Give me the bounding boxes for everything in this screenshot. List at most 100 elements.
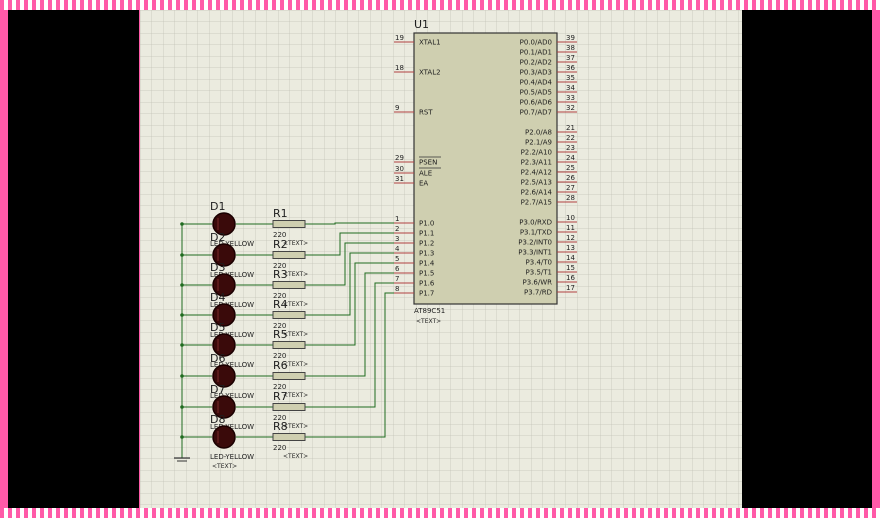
led-part-label: LED-YELLOW xyxy=(210,453,254,461)
chip-pin-number: 25 xyxy=(566,164,575,172)
chip-pin-name: P1.5 xyxy=(419,270,434,278)
chip-pin-number: 17 xyxy=(566,284,575,292)
led-ref-label: D5 xyxy=(210,321,225,334)
chip-pin-name: P2.3/A11 xyxy=(521,159,552,167)
resistor-ref-label: R2 xyxy=(273,238,288,251)
chip-pin-name: P2.7/A15 xyxy=(521,199,552,207)
chip-pin-name: P3.4/T0 xyxy=(526,259,552,267)
chip-pin-name: P0.5/AD5 xyxy=(520,89,552,97)
chip-pin-number: 24 xyxy=(566,154,575,162)
resistor-body xyxy=(272,341,306,349)
chip-pin-name: P3.7/RD xyxy=(524,289,552,297)
chip-pin-number: 39 xyxy=(566,34,575,42)
chip-pin-number: 27 xyxy=(566,184,575,192)
chip-pin-number: 26 xyxy=(566,174,575,182)
resistor-body xyxy=(272,311,306,319)
resistor-ref-label: R1 xyxy=(273,207,288,220)
chip-pin-number: 33 xyxy=(566,94,575,102)
chip-pin-name: P1.2 xyxy=(419,240,434,248)
chip-pin-name: XTAL2 xyxy=(419,69,441,77)
led-ref-label: D1 xyxy=(210,200,225,213)
chip-pin-number: 16 xyxy=(566,274,575,282)
resistor-body xyxy=(272,433,306,441)
schematic-canvas[interactable]: U1 19 XTAL1 18 XTAL2 9 RST 29 PSEN 30 ALE 31 EA 1 P1.… xyxy=(0,0,880,518)
led-ref-label: D8 xyxy=(210,413,225,426)
chip-pin-name: XTAL1 xyxy=(419,39,441,47)
chip-pin-number: 23 xyxy=(566,144,575,152)
resistor-ref-label: R6 xyxy=(273,359,288,372)
chip-pin-name: P0.7/AD7 xyxy=(520,109,552,117)
chip-pin-number: 19 xyxy=(395,34,404,42)
chip-pin-name: P1.0 xyxy=(419,220,434,228)
chip-pin-name: P0.1/AD1 xyxy=(520,49,552,57)
mcu-at89c51[interactable]: U1 19 XTAL1 18 XTAL2 9 RST 29 PSEN 30 ALE 31 EA 1 P1.… xyxy=(394,18,577,325)
chip-pin-name: P3.5/T1 xyxy=(526,269,552,277)
resistor-body xyxy=(272,372,306,380)
chip-pin-number: 32 xyxy=(566,104,575,112)
chip-pin-name: P3.6/WR xyxy=(523,279,553,287)
chip-pin-number: 34 xyxy=(566,84,575,92)
chip-pin-number: 7 xyxy=(395,275,399,283)
chip-pin-number: 30 xyxy=(395,165,404,173)
chip-pin-name: P2.2/A10 xyxy=(521,149,552,157)
chip-pin-number: 3 xyxy=(395,235,399,243)
chip-pin-name: P0.4/AD4 xyxy=(520,79,553,87)
chip-pin-name: P1.3 xyxy=(419,250,434,258)
resistor-ref-label: R7 xyxy=(273,390,288,403)
chip-pin-number: 38 xyxy=(566,44,575,52)
resistor-ref-label: R4 xyxy=(273,298,288,311)
resistor-ref-label: R5 xyxy=(273,328,288,341)
chip-pin-number: 2 xyxy=(395,225,399,233)
led-ref-label: D2 xyxy=(210,231,225,244)
chip-pin-name: P3.0/RXD xyxy=(519,219,552,227)
resistor-value-label: 220 xyxy=(273,444,286,452)
chip-pin-name: P0.6/AD6 xyxy=(520,99,553,107)
chip-pin-number: 37 xyxy=(566,54,575,62)
chip-pin-number: 18 xyxy=(395,64,404,72)
chip-pin-name: P0.2/AD2 xyxy=(520,59,552,67)
chip-pin-number: 4 xyxy=(395,245,400,253)
chip-pin-name: P0.3/AD3 xyxy=(520,69,552,77)
resistor-column: R1220<TEXT>R2220<TEXT>R3220<TEXT>R4220<T… xyxy=(272,207,308,460)
chip-pin-name: P1.4 xyxy=(419,260,435,268)
led-ref-label: D6 xyxy=(210,352,225,365)
led-body xyxy=(212,425,236,449)
chip-pin-number: 8 xyxy=(395,285,399,293)
resistor-body xyxy=(272,281,306,289)
resistor-ref-label: R3 xyxy=(273,268,288,281)
chip-pin-number: 1 xyxy=(395,215,399,223)
chip-pin-name: RST xyxy=(419,109,433,117)
led-ref-label: D3 xyxy=(210,261,225,274)
led-ref-label: D4 xyxy=(210,291,225,304)
resistor-body xyxy=(272,251,306,259)
chip-pin-number: 13 xyxy=(566,244,575,252)
chip-pin-name: P3.1/TXD xyxy=(520,229,552,237)
chip-pin-name: P2.6/A14 xyxy=(521,189,553,197)
chip-pin-number: 5 xyxy=(395,255,399,263)
chip-pin-name: P1.6 xyxy=(419,280,435,288)
chip-pin-number: 9 xyxy=(395,104,399,112)
resistor-body xyxy=(272,220,306,228)
chip-pin-name: P2.1/A9 xyxy=(525,139,552,147)
resistor-text-placeholder: <TEXT> xyxy=(283,453,308,460)
chip-pin-number: 12 xyxy=(566,234,575,242)
chip-pin-number: 14 xyxy=(566,254,575,262)
chip-pin-number: 11 xyxy=(566,224,575,232)
chip-ref-label: U1 xyxy=(414,18,429,31)
chip-part-label: AT89C51 xyxy=(414,307,445,315)
chip-pin-name: P2.0/A8 xyxy=(525,129,552,137)
chip-pin-number: 31 xyxy=(395,175,404,183)
chip-pin-name: P0.0/AD0 xyxy=(520,39,552,47)
chip-pin-number: 10 xyxy=(566,214,575,222)
chip-pin-number: 28 xyxy=(566,194,575,202)
chip-text-placeholder: <TEXT> xyxy=(416,318,441,325)
chip-pin-number: 6 xyxy=(395,265,400,273)
chip-pin-name: ALE xyxy=(419,170,432,178)
chip-pin-name: P2.4/A12 xyxy=(521,169,552,177)
chip-pin-number: 29 xyxy=(395,154,404,162)
ground-text-placeholder: <TEXT> xyxy=(212,463,237,470)
chip-pin-number: 21 xyxy=(566,124,575,132)
chip-pin-number: 35 xyxy=(566,74,575,82)
led-ref-label: D7 xyxy=(210,383,225,396)
chip-pin-number: 36 xyxy=(566,64,575,72)
